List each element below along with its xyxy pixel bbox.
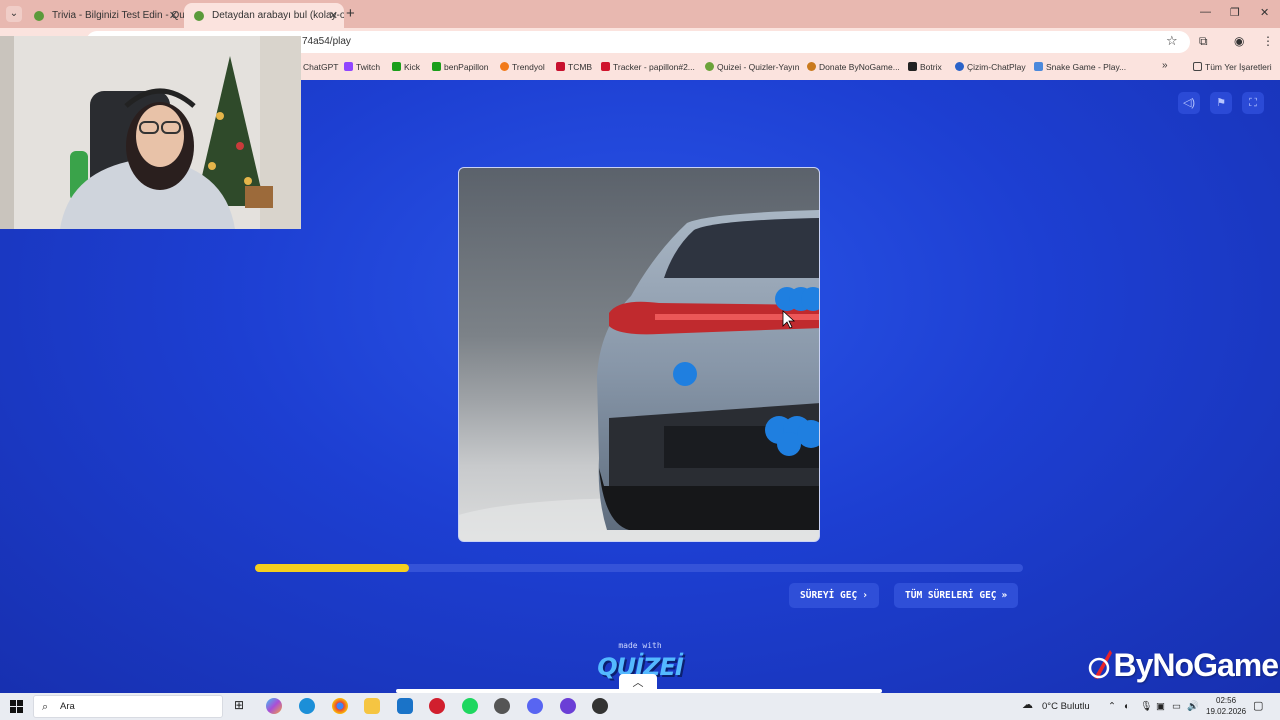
clock-time: 02:56 xyxy=(1216,696,1237,705)
system-clock[interactable]: 02:56 19.02.2026 xyxy=(1206,695,1246,717)
bookmark-twitch[interactable]: Twitch xyxy=(344,62,380,72)
tray-app-icon[interactable]: ◐ xyxy=(1124,701,1130,712)
bookmark-trendyol[interactable]: Trendyol xyxy=(500,62,545,72)
tab-active-quiz[interactable]: Detaydan arabayı bul (kolay-orta) ✕ xyxy=(184,3,344,28)
windows-taskbar: ⌕ Ara ⊞ ☁ 0°C Bulutlu ⌃ ◐ 🎙 ▣ ▭ 🔊 02:56 … xyxy=(0,693,1280,720)
network-icon[interactable]: ▭ xyxy=(1172,701,1181,712)
timer-progress-fill xyxy=(255,564,409,572)
skip-all-times-button[interactable]: TÜM SÜRELERİ GEÇ » xyxy=(894,583,1019,608)
report-flag-icon[interactable]: ⚑ xyxy=(1210,92,1232,114)
restore-icon[interactable]: ❐ xyxy=(1230,6,1240,19)
url-text: 74a54/play xyxy=(302,36,351,47)
search-placeholder: Ara xyxy=(60,701,75,712)
bookmark-tracker[interactable]: Tracker - papillon#2... xyxy=(601,62,695,72)
car-rear-illustration xyxy=(459,210,819,541)
bynogame-watermark: ByNoGame xyxy=(1088,647,1279,684)
sound-toggle-icon[interactable]: ◁) xyxy=(1178,92,1200,114)
minimize-icon[interactable]: — xyxy=(1200,6,1211,18)
all-bookmarks-folder[interactable]: Tüm Yer İşaretleri xyxy=(1193,62,1272,72)
double-chevron-right-icon: » xyxy=(1001,590,1008,601)
profile-icon[interactable]: ◉ xyxy=(1234,34,1244,48)
tab-strip: ⌄ Trivia - Bilginizi Test Edin - Quiz ✕ … xyxy=(0,0,1280,28)
discord-icon[interactable] xyxy=(527,698,543,714)
more-bookmarks-icon[interactable]: » xyxy=(1162,60,1168,71)
app-purple-icon[interactable] xyxy=(560,698,576,714)
tab-search-icon[interactable]: ⌄ xyxy=(6,6,22,22)
volume-icon[interactable]: 🔊 xyxy=(1187,701,1199,712)
microphone-icon[interactable]: 🎙 xyxy=(1140,701,1152,712)
tab-title: Trivia - Bilginizi Test Edin - Quiz xyxy=(52,10,184,21)
bookmark-star-icon[interactable]: ☆ xyxy=(1166,33,1178,49)
close-tab-icon[interactable]: ✕ xyxy=(169,9,178,22)
timer-progress-bar xyxy=(255,564,1023,572)
bookmark-quizei[interactable]: Quizei - Quizler-Yayın xyxy=(705,62,800,72)
extensions-icon[interactable]: ⧉ xyxy=(1199,34,1208,49)
tray-chevron-icon[interactable]: ⌃ xyxy=(1108,701,1116,712)
bookmark-botrix[interactable]: Botrix xyxy=(908,62,942,72)
mail-icon[interactable] xyxy=(397,698,413,714)
windows-start-icon[interactable] xyxy=(10,700,23,713)
quizei-favicon-icon xyxy=(194,11,204,21)
menu-icon[interactable]: ⋮ xyxy=(1262,34,1274,48)
chevron-right-icon: › xyxy=(862,590,868,601)
edge-icon[interactable] xyxy=(299,698,315,714)
bookmark-donate-bynogame[interactable]: Donate ByNoGame... xyxy=(807,62,900,72)
notifications-icon[interactable]: ▢ xyxy=(1253,699,1263,712)
close-window-icon[interactable]: ✕ xyxy=(1260,6,1269,19)
tab-trivia[interactable]: Trivia - Bilginizi Test Edin - Quiz ✕ xyxy=(24,3,184,28)
opera-icon[interactable] xyxy=(429,698,445,714)
task-view-icon[interactable]: ⊞ xyxy=(234,698,250,714)
tray-window-icon[interactable]: ▣ xyxy=(1156,701,1165,712)
webcam-overlay xyxy=(0,36,301,229)
streamer-webcam-image xyxy=(0,36,301,229)
chrome-icon[interactable] xyxy=(332,698,348,714)
obs-icon[interactable] xyxy=(494,698,510,714)
app-dark-icon[interactable] xyxy=(592,698,608,714)
weather-text[interactable]: 0°C Bulutlu xyxy=(1042,701,1090,712)
cloud-icon: ☁ xyxy=(1022,699,1033,711)
bookmark-tcmb[interactable]: TCMB xyxy=(556,62,592,72)
spotify-icon[interactable] xyxy=(462,698,478,714)
close-tab-icon[interactable]: ✕ xyxy=(329,9,338,22)
skip-time-label: SÜREYİ GEÇ xyxy=(800,590,858,601)
bookmark-chatgpt[interactable]: ChatGPT xyxy=(303,62,338,72)
bynogame-logo-icon xyxy=(1088,650,1112,679)
car-detail-image xyxy=(458,167,820,542)
clock-date: 19.02.2026 xyxy=(1206,707,1247,716)
search-icon: ⌕ xyxy=(42,701,49,713)
skip-time-button[interactable]: SÜREYİ GEÇ › xyxy=(789,583,879,608)
copilot-icon[interactable] xyxy=(266,698,282,714)
bookmark-benpapillon[interactable]: benPapillon xyxy=(432,62,488,72)
fullscreen-icon[interactable]: ⛶ xyxy=(1242,92,1264,114)
bookmark-kick[interactable]: Kick xyxy=(392,62,420,72)
new-tab-icon[interactable]: + xyxy=(346,5,355,22)
bookmark-snake-game[interactable]: Snake Game - Play... xyxy=(1034,62,1126,72)
bookmark-cizim-chatplay[interactable]: Çizim-ChatPlay xyxy=(955,62,1026,72)
quizei-favicon-icon xyxy=(34,11,44,21)
tab-title: Detaydan arabayı bul (kolay-orta) xyxy=(212,10,344,21)
skip-all-label: TÜM SÜRELERİ GEÇ xyxy=(905,590,997,601)
taskbar-search-input[interactable]: ⌕ Ara xyxy=(33,695,223,718)
file-explorer-icon[interactable] xyxy=(364,698,380,714)
